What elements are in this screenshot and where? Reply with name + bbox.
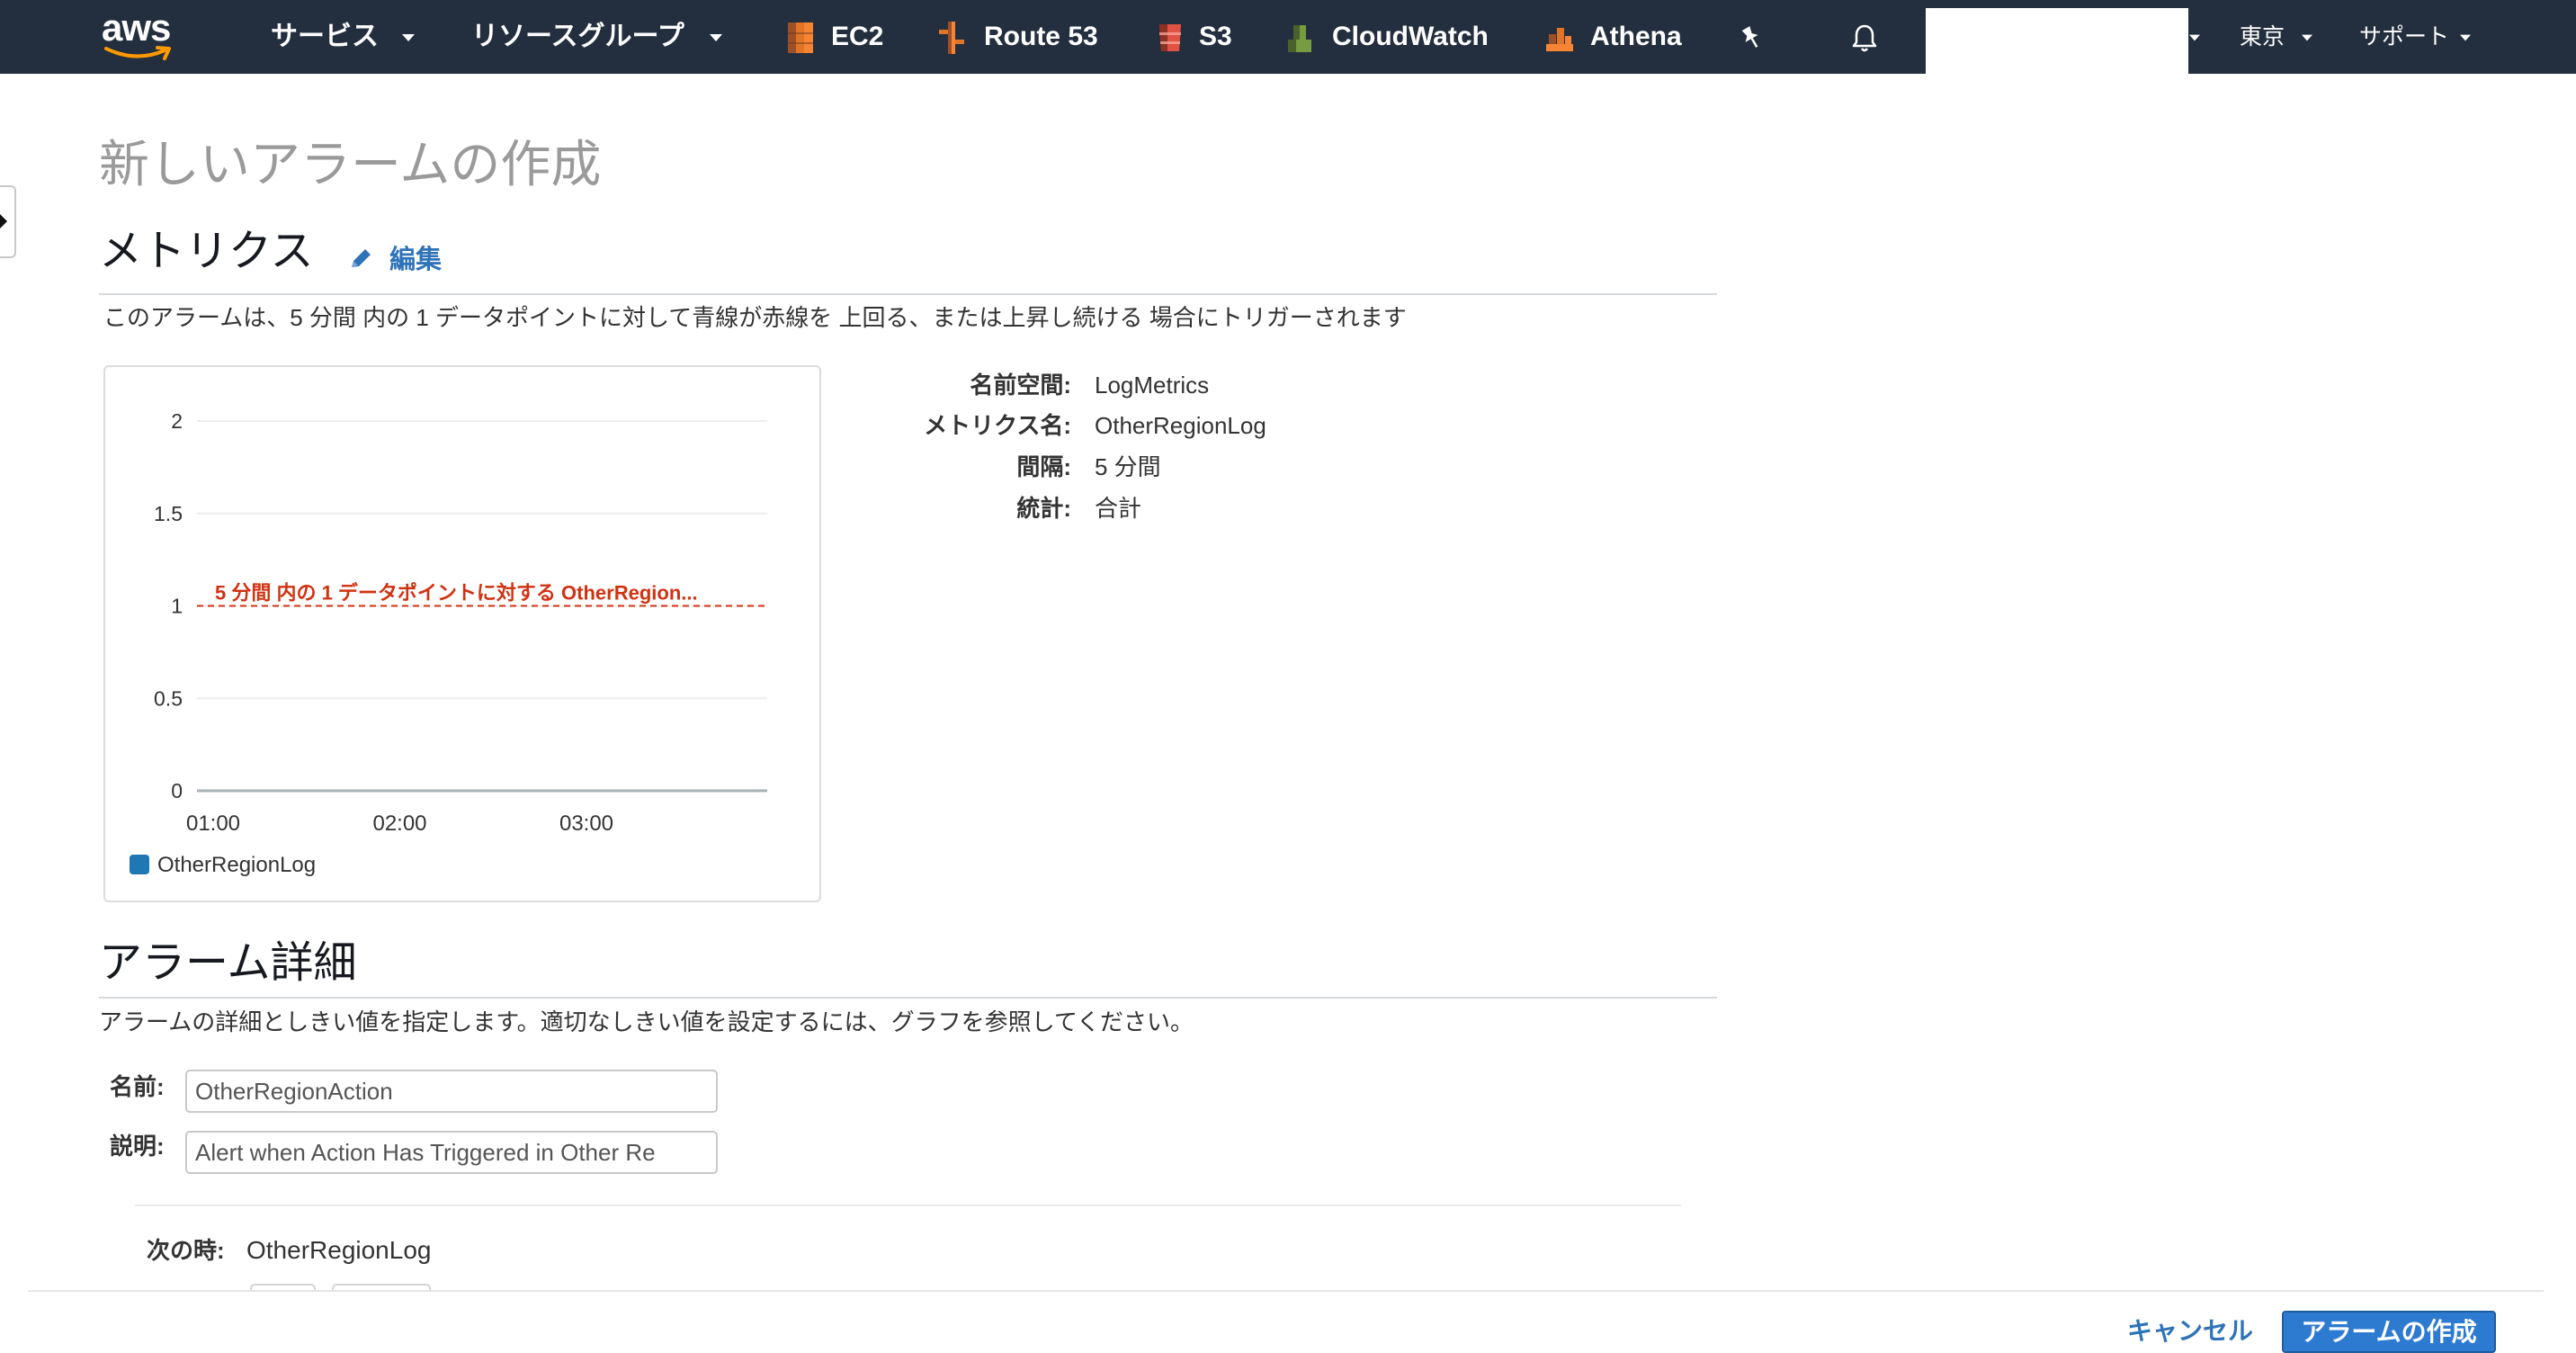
x-tick-label: 03:00 [559, 811, 613, 836]
shortcut-route53[interactable]: Route 53 [936, 0, 1103, 74]
period-label: 間隔: [1016, 453, 1071, 480]
shortcut-label: S3 [1199, 22, 1232, 51]
athena-icon [1546, 28, 1573, 51]
page-title: 新しいアラームの作成 [99, 136, 602, 193]
y-tick-label: 1 [171, 595, 183, 618]
threshold-layer: 5 分間 内の 1 データポイントに対する OtherRegion... [197, 582, 767, 607]
condition-when-label: 次の時: [147, 1237, 225, 1264]
axis-labels: 0 0.5 1 1.5 2 01:00 02:00 03:00 [154, 409, 613, 836]
services-menu[interactable]: サービス [271, 0, 379, 74]
metric-name-label: メトリクス名: [924, 412, 1071, 439]
route53-icon [939, 22, 964, 54]
legend-label[interactable]: OtherRegionLog [157, 853, 316, 877]
resource-groups-menu[interactable]: リソースグループ [471, 0, 684, 74]
section-divider [99, 293, 1717, 295]
form-divider [135, 1205, 1681, 1206]
statistic-value: 合計 [1095, 495, 1142, 522]
chart-plot: 5 分間 内の 1 データポイントに対する OtherRegion... 0 0.… [130, 409, 767, 877]
chevron-down-icon[interactable] [402, 34, 415, 41]
section-divider [99, 997, 1717, 999]
alarm-name-label: 名前: [110, 1073, 165, 1100]
period-value: 5 分間 [1095, 453, 1161, 480]
shortcut-label: Route 53 [984, 22, 1098, 51]
x-tick-label: 01:00 [186, 811, 240, 836]
aws-logo[interactable]: aws [102, 5, 175, 65]
y-tick-label: 2 [171, 409, 183, 433]
x-tick-label: 02:00 [372, 811, 426, 836]
metric-name-value: OtherRegionLog [1095, 412, 1266, 439]
chevron-down-icon[interactable] [2189, 34, 2200, 41]
alarm-details-heading: アラーム詳細 [99, 939, 357, 987]
pencil-icon [352, 249, 371, 267]
chevron-down-icon[interactable] [2460, 34, 2471, 41]
statistic-label: 統計: [1016, 495, 1071, 522]
alarm-details-description: アラームの詳細としきい値を指定します。適切なしきい値を設定するには、グラフを参照… [99, 1008, 1194, 1035]
shortcut-s3[interactable]: S3 [1155, 0, 1245, 74]
chevron-down-icon[interactable] [2302, 34, 2312, 41]
chart-legend: OtherRegionLog [130, 853, 316, 877]
pin-icon[interactable] [1740, 25, 1763, 50]
top-nav: aws サービス リソースグループ EC2 Route 53 S3 CloudW… [0, 0, 2576, 74]
alarm-description-label: 説明: [110, 1133, 165, 1160]
aws-smile-icon [104, 46, 171, 60]
cancel-button[interactable]: キャンセル [2127, 1319, 2253, 1344]
namespace-value: LogMetrics [1095, 372, 1210, 399]
action-footer: キャンセル [0, 1290, 2576, 1353]
aws-logo-text: aws [102, 6, 171, 49]
legend-swatch[interactable] [130, 855, 149, 874]
alarm-name-input[interactable] [185, 1070, 718, 1113]
y-tick-label: 0.5 [154, 686, 183, 710]
shortcut-label: EC2 [831, 22, 884, 51]
caret-right-icon[interactable] [0, 212, 9, 230]
metrics-heading: メトリクス [99, 228, 314, 275]
ec2-icon [788, 22, 813, 53]
shortcut-ec2[interactable]: EC2 [785, 0, 884, 74]
threshold-label: 5 分間 内の 1 データポイントに対する OtherRegion... [215, 582, 698, 605]
y-tick-label: 0 [171, 779, 183, 802]
account-menu[interactable] [1926, 8, 2188, 74]
alarm-condition-description: このアラームは、5 分間 内の 1 データポイントに対して青線が赤線を 上回る、… [103, 304, 1407, 331]
shortcut-cloudwatch[interactable]: CloudWatch [1284, 0, 1496, 74]
shortcut-label: Athena [1590, 22, 1682, 51]
s3-icon [1159, 24, 1181, 51]
metric-chart: 5 分間 内の 1 データポイントに対する OtherRegion... 0 0.… [103, 365, 821, 902]
region-menu[interactable]: 東京 [2240, 0, 2285, 74]
footer-divider [28, 1290, 2544, 1292]
condition-metric-name: OtherRegionLog [246, 1236, 432, 1264]
bell-icon[interactable] [1850, 22, 1879, 55]
shortcut-athena[interactable]: Athena [1544, 0, 1688, 74]
y-tick-label: 1.5 [154, 502, 183, 525]
create-alarm-button[interactable]: アラームの作成 [2282, 1311, 2496, 1353]
chevron-down-icon[interactable] [710, 34, 722, 41]
edit-label: 編集 [389, 246, 443, 274]
namespace-label: 名前空間: [970, 372, 1071, 399]
support-menu[interactable]: サポート [2359, 0, 2449, 74]
cloudwatch-icon [1288, 25, 1311, 52]
shortcut-label: CloudWatch [1332, 22, 1489, 51]
alarm-description-input[interactable] [185, 1131, 718, 1174]
